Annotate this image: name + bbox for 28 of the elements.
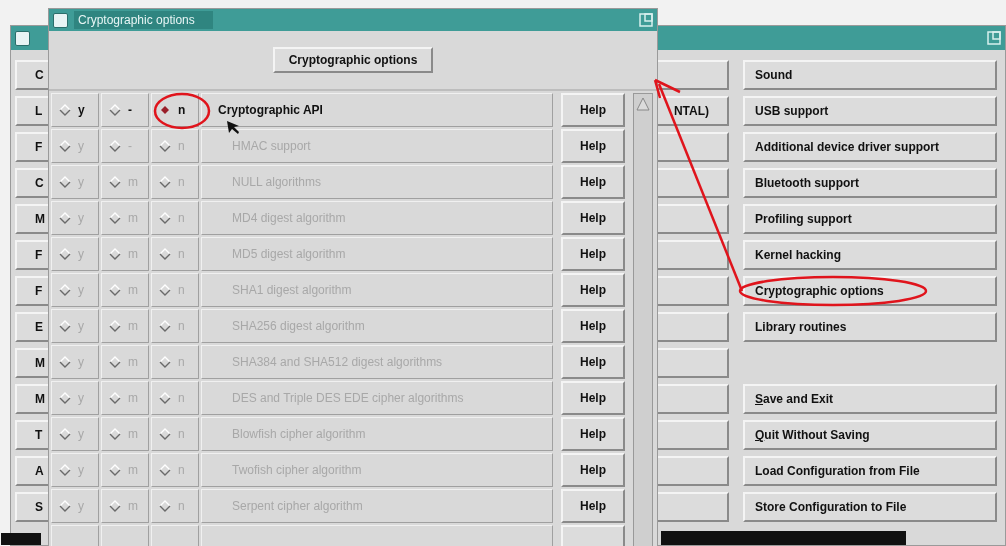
menu-button[interactable]: Save and Exit xyxy=(743,384,997,414)
window-title: Cryptographic options xyxy=(74,11,213,29)
menu-button[interactable]: Bluetooth support xyxy=(743,168,997,198)
menu-button[interactable]: Store Configuration to File xyxy=(743,492,997,522)
radio-option[interactable]: - xyxy=(101,93,149,127)
diamond-icon[interactable] xyxy=(58,103,72,117)
mouse-cursor-icon xyxy=(227,121,239,134)
maximize-icon[interactable] xyxy=(987,31,1001,45)
diamond-icon[interactable] xyxy=(108,103,122,117)
menu-button[interactable]: Kernel hacking xyxy=(743,240,997,270)
menu-button[interactable]: Quit Without Saving xyxy=(743,420,997,450)
help-button[interactable]: Help xyxy=(561,93,625,127)
menu-button[interactable]: USB support xyxy=(743,96,997,126)
maximize-icon[interactable] xyxy=(639,13,653,27)
menu-button[interactable]: Profiling support xyxy=(743,204,997,234)
status-bar xyxy=(1,533,41,545)
menu-button[interactable]: Load Configuration from File xyxy=(743,456,997,486)
annotation-circle xyxy=(153,92,211,130)
radio-option[interactable]: y xyxy=(51,93,99,127)
menu-button[interactable]: Library routines xyxy=(743,312,997,342)
window-menu-icon[interactable] xyxy=(15,30,30,46)
option-label: Cryptographic API xyxy=(201,93,553,127)
radio-option[interactable]: n xyxy=(151,93,199,127)
section-button[interactable]: Cryptographic options xyxy=(272,47,434,73)
scrollbar[interactable] xyxy=(633,93,653,546)
menu-button[interactable]: Sound xyxy=(743,60,997,90)
window-menu-icon[interactable] xyxy=(53,12,68,28)
menu-button[interactable]: Additional device driver support xyxy=(743,132,997,162)
